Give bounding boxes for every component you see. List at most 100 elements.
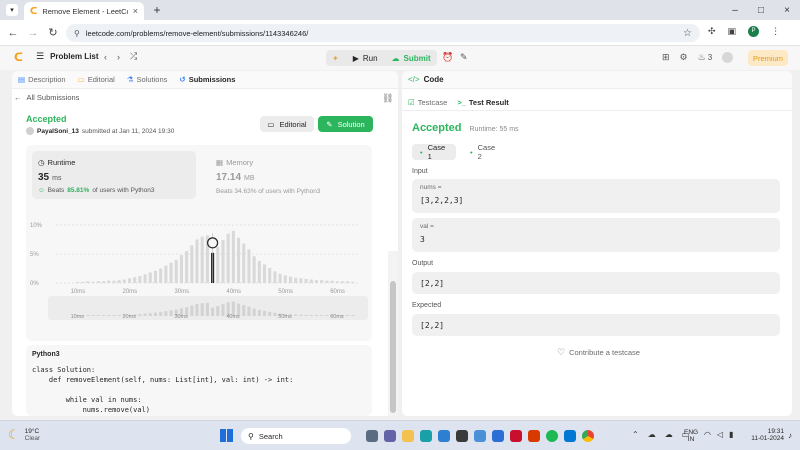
- notification-bell-icon[interactable]: ♪: [788, 431, 792, 440]
- file-explorer-icon[interactable]: [402, 430, 414, 442]
- minimize-button[interactable]: –: [722, 0, 748, 20]
- notes-icon[interactable]: ✎: [460, 52, 468, 63]
- val-field[interactable]: val = 3: [412, 218, 780, 252]
- tab-search-button[interactable]: ▾: [6, 4, 18, 16]
- leetcode-logo-icon[interactable]: ᑕ: [14, 51, 23, 64]
- cloud-icon[interactable]: ☁: [648, 430, 656, 439]
- output-field[interactable]: [2,2]: [412, 272, 780, 294]
- premium-button[interactable]: Premium: [748, 50, 788, 66]
- solutions-icon: ⚗: [126, 75, 134, 84]
- bookmark-star-icon[interactable]: ☆: [683, 28, 692, 39]
- store-bag-icon[interactable]: [564, 430, 576, 442]
- tab-submissions[interactable]: ↺ Submissions: [179, 75, 235, 84]
- profile-avatar[interactable]: P: [748, 26, 760, 37]
- tab-test-result[interactable]: >_ Test Result: [457, 98, 508, 107]
- app-icon[interactable]: [456, 430, 468, 442]
- debug-icon[interactable]: ✦: [332, 54, 339, 63]
- chart-bar: [200, 236, 204, 283]
- chart-bar: [237, 237, 241, 283]
- task-view-icon[interactable]: [366, 430, 378, 442]
- browser-tab[interactable]: ᑕ Remove Element - LeetCode ×: [24, 2, 144, 20]
- case-1-tab[interactable]: • Case 1: [412, 143, 456, 161]
- timer-icon[interactable]: ⏰: [442, 52, 453, 63]
- navigator-bar: [309, 315, 313, 316]
- site-info-icon[interactable]: ⚲: [74, 29, 80, 38]
- settings-app-icon[interactable]: [474, 430, 486, 442]
- solution-button[interactable]: ✎ Solution: [318, 116, 373, 132]
- volume-icon[interactable]: ◁: [717, 430, 723, 439]
- tab-editorial[interactable]: ▭ Editorial: [78, 75, 115, 84]
- close-window-button[interactable]: ×: [774, 0, 800, 20]
- expected-field[interactable]: [2,2]: [412, 314, 780, 336]
- case-2-label: Case 2: [477, 143, 496, 161]
- spotify-icon[interactable]: [546, 430, 558, 442]
- leetcode-favicon-icon: ᑕ: [30, 5, 38, 16]
- windows-start-icon[interactable]: [220, 429, 233, 442]
- next-problem-icon[interactable]: ›: [117, 52, 120, 62]
- case-2-tab[interactable]: • Case 2: [462, 143, 506, 161]
- submit-button[interactable]: ☁ Submit: [392, 54, 431, 63]
- run-button[interactable]: ▶ Run: [353, 54, 378, 63]
- link-icon[interactable]: ⛓: [382, 93, 393, 104]
- user-avatar[interactable]: [722, 52, 734, 63]
- tab-solutions[interactable]: ⚗ Solutions: [127, 75, 168, 84]
- chart-bar: [320, 280, 324, 283]
- clock[interactable]: 19:31 11-01-2024: [744, 428, 784, 442]
- editorial-button[interactable]: ▭ Editorial: [260, 116, 314, 132]
- wifi-icon[interactable]: ◠: [704, 430, 711, 439]
- all-submissions-link[interactable]: ← All Submissions: [14, 93, 79, 102]
- close-tab-icon[interactable]: ×: [133, 6, 138, 16]
- address-bar[interactable]: ⚲ leetcode.com/problems/remove-element/s…: [66, 24, 700, 42]
- office-icon[interactable]: [528, 430, 540, 442]
- maximize-button[interactable]: □: [748, 0, 774, 20]
- chat-icon[interactable]: [384, 430, 396, 442]
- chevron-up-icon[interactable]: ⌃: [632, 430, 639, 439]
- memory-card[interactable]: ▦ Memory 17.14 MB Beats 34.63% of users …: [210, 151, 370, 199]
- result-runtime: Runtime: 55 ms: [469, 126, 519, 133]
- tab-testcase[interactable]: ☑ Testcase: [408, 98, 447, 107]
- chart-bar: [133, 277, 137, 283]
- mail-icon[interactable]: [492, 430, 504, 442]
- layout-grid-icon[interactable]: ⊞: [662, 52, 670, 63]
- weather-widget[interactable]: ☾ 19°C Clear: [8, 427, 40, 443]
- battery-level-icon[interactable]: ▮: [729, 430, 733, 439]
- edge-icon[interactable]: [420, 430, 432, 442]
- sidebar-icon[interactable]: ▣: [728, 26, 737, 37]
- tab-description[interactable]: ▤ Description: [18, 75, 66, 84]
- mcafee-icon[interactable]: [510, 430, 522, 442]
- problem-list-label: Problem List: [50, 52, 99, 61]
- tab-title: Remove Element - LeetCode: [42, 6, 127, 16]
- contribute-testcase-link[interactable]: ♡ Contribute a testcase: [557, 347, 640, 358]
- chart-bar: [340, 281, 344, 283]
- code-tab-label[interactable]: Code: [424, 75, 444, 84]
- onedrive-icon[interactable]: ☁: [665, 430, 673, 439]
- forward-icon[interactable]: →: [26, 27, 40, 39]
- scrollbar-thumb[interactable]: [390, 281, 396, 413]
- tab-description-label: Description: [28, 75, 66, 84]
- chrome-icon[interactable]: [582, 430, 594, 442]
- chart-bar: [309, 279, 313, 283]
- chart-bar: [330, 280, 334, 283]
- runtime-distribution-chart[interactable]: 10% 5% 0% 10ms 20ms 30ms 40ms 50ms 60ms 10ms 20ms 3…: [26, 203, 372, 341]
- back-icon[interactable]: ←: [6, 27, 20, 39]
- reload-icon[interactable]: ↻: [46, 26, 60, 39]
- language-indicator[interactable]: ENG IN: [684, 429, 698, 443]
- streak-counter[interactable]: ♨ 3: [698, 52, 713, 63]
- chart-bar: [195, 239, 199, 283]
- runtime-card[interactable]: ◷ Runtime 35 ms ☺ Beats 85.81% of users …: [32, 151, 196, 199]
- navigator-bar: [268, 311, 272, 316]
- nums-field[interactable]: nums = [3,2,2,3]: [412, 179, 780, 213]
- submit-label: Submit: [403, 53, 431, 63]
- menu-icon[interactable]: ⋮: [771, 26, 780, 37]
- problem-list-link[interactable]: ☰ Problem List: [36, 51, 99, 62]
- cloud-upload-icon: ☁: [391, 53, 400, 63]
- extensions-icon[interactable]: ✣: [708, 26, 716, 37]
- prev-problem-icon[interactable]: ‹: [104, 52, 107, 62]
- store-icon[interactable]: [438, 430, 450, 442]
- submission-user[interactable]: PayalSoni_13: [37, 128, 79, 135]
- new-tab-button[interactable]: +: [150, 3, 164, 17]
- shuffle-icon[interactable]: ⤮: [130, 51, 137, 62]
- taskbar-search[interactable]: ⚲ Search: [241, 428, 351, 444]
- settings-gear-icon[interactable]: ⚙: [680, 52, 688, 63]
- weather-text: Clear: [24, 435, 41, 442]
